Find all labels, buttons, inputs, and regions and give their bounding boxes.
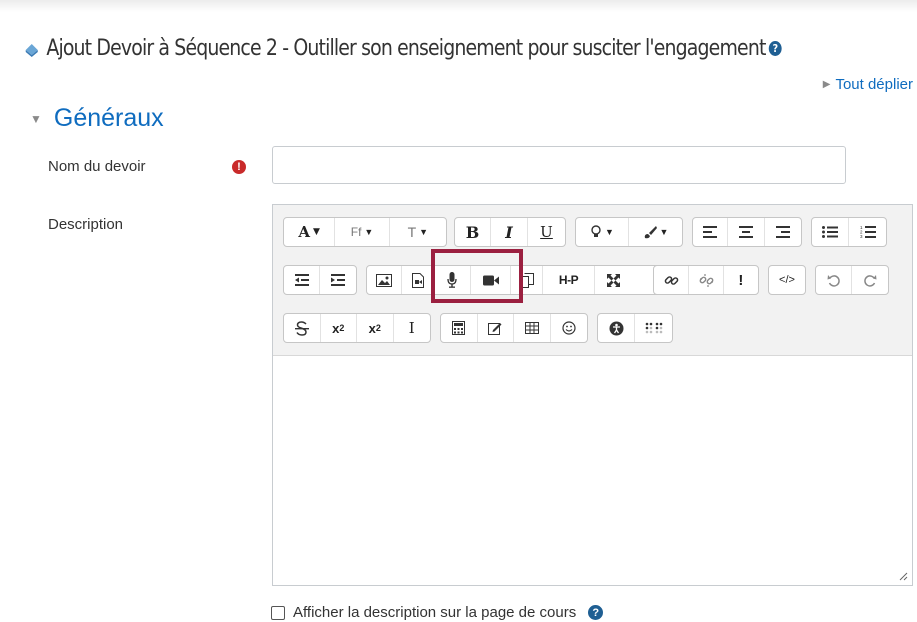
section-header-general[interactable]: ▼ Généraux bbox=[30, 104, 164, 133]
table-icon bbox=[524, 322, 539, 334]
accessibility-icon bbox=[609, 321, 623, 335]
no-autolink-button[interactable]: ! bbox=[724, 266, 758, 294]
emoticon-button[interactable] bbox=[551, 314, 587, 342]
align-group bbox=[692, 217, 802, 247]
svg-text:3: 3 bbox=[860, 234, 863, 239]
description-label: Description bbox=[48, 216, 124, 233]
fullscreen-button[interactable] bbox=[595, 266, 631, 294]
insert-group bbox=[440, 313, 588, 343]
align-right-icon bbox=[775, 226, 790, 238]
accessibility-group bbox=[597, 313, 673, 343]
clear-formatting-button[interactable]: I bbox=[394, 314, 430, 342]
expand-all-link[interactable]: ▶ Tout déplier bbox=[823, 76, 913, 93]
link-icon bbox=[664, 275, 678, 285]
help-icon[interactable]: ? bbox=[768, 40, 782, 56]
edit-square-icon bbox=[488, 323, 502, 335]
font-color-button[interactable]: A ▼ bbox=[284, 218, 336, 246]
align-left-button[interactable] bbox=[693, 218, 729, 246]
page-title-text: Ajout Devoir à Séquence 2 - Outiller son… bbox=[46, 35, 766, 61]
paintbrush-icon bbox=[644, 226, 657, 239]
show-description-checkbox-row[interactable]: Afficher la description sur la page de c… bbox=[271, 604, 604, 621]
expand-icon bbox=[606, 273, 620, 287]
insert-image-button[interactable] bbox=[367, 266, 402, 294]
strikethrough-button[interactable] bbox=[284, 314, 321, 342]
h5p-button[interactable]: H-P bbox=[543, 266, 595, 294]
bullet-list-icon bbox=[822, 226, 838, 238]
undo-icon bbox=[827, 274, 840, 287]
align-center-button[interactable] bbox=[728, 218, 765, 246]
caret-down-icon: ▼ bbox=[30, 111, 42, 126]
italic-button[interactable]: I bbox=[491, 218, 528, 246]
editor-toolbar: A ▼ Ff ▼ T ▼ B I U ▼ ▼ 1 2 3 H-P ! </> x… bbox=[273, 205, 912, 356]
indent-button[interactable] bbox=[320, 266, 356, 294]
redo-button[interactable] bbox=[852, 266, 888, 294]
braille-icon bbox=[645, 322, 662, 334]
section-title: Généraux bbox=[53, 104, 164, 132]
bullet-list-button[interactable] bbox=[812, 218, 850, 246]
list-group: 123 bbox=[811, 217, 887, 247]
media-file-icon bbox=[411, 272, 424, 288]
html-group: </> bbox=[768, 265, 806, 295]
image-icon bbox=[376, 273, 392, 287]
script-group: x2 x2 I bbox=[283, 313, 431, 343]
smiley-icon bbox=[562, 321, 576, 335]
insert-media-button[interactable] bbox=[402, 266, 434, 294]
superscript-button[interactable]: x2 bbox=[357, 314, 394, 342]
screenreader-helper-button[interactable] bbox=[635, 314, 672, 342]
font-group: A ▼ Ff ▼ T ▼ bbox=[283, 217, 447, 247]
color-group: ▼ ▼ bbox=[575, 217, 683, 247]
highlight-button[interactable]: ▼ bbox=[576, 218, 630, 246]
strikethrough-icon bbox=[294, 320, 309, 336]
html-source-button[interactable]: </> bbox=[769, 266, 805, 294]
special-character-button[interactable] bbox=[478, 314, 514, 342]
redo-icon bbox=[863, 274, 876, 287]
resize-handle-icon[interactable] bbox=[898, 571, 908, 581]
show-description-label: Afficher la description sur la page de c… bbox=[293, 604, 577, 621]
history-group bbox=[815, 265, 889, 295]
accessibility-checker-button[interactable] bbox=[598, 314, 636, 342]
unlink-icon bbox=[699, 273, 713, 287]
lightbulb-icon bbox=[591, 225, 601, 237]
align-center-icon bbox=[739, 226, 754, 238]
link-button[interactable] bbox=[654, 266, 690, 294]
unlink-button[interactable] bbox=[689, 266, 724, 294]
text-style-group: B I U bbox=[454, 217, 566, 247]
record-buttons-highlight bbox=[431, 249, 523, 303]
underline-button[interactable]: U bbox=[528, 218, 565, 246]
caret-right-icon: ▶ bbox=[822, 79, 831, 90]
bold-button[interactable]: B bbox=[455, 218, 491, 246]
numbered-list-icon: 123 bbox=[860, 225, 876, 239]
align-right-button[interactable] bbox=[765, 218, 801, 246]
indent-icon bbox=[331, 274, 345, 286]
top-shadow bbox=[0, 0, 917, 12]
expand-all-label: Tout déplier bbox=[835, 76, 913, 93]
assignment-icon bbox=[25, 44, 38, 57]
font-family-button[interactable]: Ff ▼ bbox=[335, 218, 390, 246]
indent-group bbox=[283, 265, 357, 295]
table-button[interactable] bbox=[514, 314, 551, 342]
name-label: Nom du devoir bbox=[48, 158, 146, 175]
show-description-checkbox[interactable] bbox=[271, 605, 285, 620]
link-group: ! bbox=[653, 265, 759, 295]
assignment-name-input[interactable] bbox=[272, 146, 846, 184]
numbered-list-button[interactable]: 123 bbox=[849, 218, 886, 246]
required-icon: ! bbox=[232, 160, 246, 174]
outdent-icon bbox=[294, 274, 309, 286]
page-title: Ajout Devoir à Séquence 2 - Outiller son… bbox=[24, 28, 782, 68]
align-left-icon bbox=[703, 226, 718, 238]
equation-button[interactable] bbox=[441, 314, 478, 342]
font-size-button[interactable]: T ▼ bbox=[390, 218, 446, 246]
media-group: H-P bbox=[366, 265, 682, 295]
subscript-button[interactable]: x2 bbox=[321, 314, 357, 342]
help-icon[interactable]: ? bbox=[588, 605, 604, 620]
description-editor[interactable]: A ▼ Ff ▼ T ▼ B I U ▼ ▼ 1 2 3 H-P ! </> x… bbox=[272, 204, 913, 586]
undo-button[interactable] bbox=[816, 266, 853, 294]
calculator-icon bbox=[452, 321, 466, 335]
text-color-button[interactable]: ▼ bbox=[629, 218, 682, 246]
outdent-button[interactable] bbox=[284, 266, 321, 294]
